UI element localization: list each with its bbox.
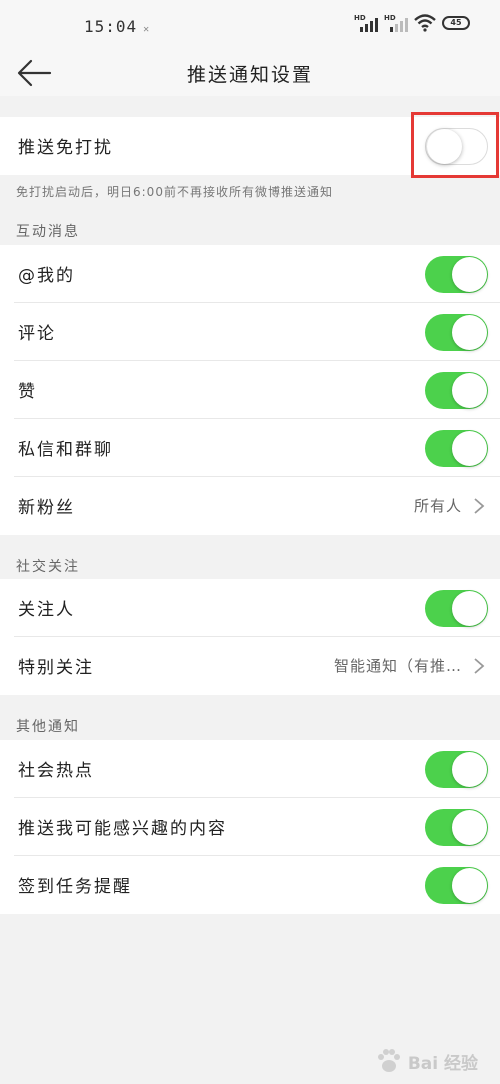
setting-row-comments: 评论 xyxy=(0,303,500,361)
mute-icon: ✕ xyxy=(143,24,151,35)
signal-icon: HD xyxy=(384,14,408,32)
setting-label: @我的 xyxy=(18,266,75,286)
highlight-box xyxy=(411,112,499,178)
setting-row-new-fans[interactable]: 新粉丝 所有人 xyxy=(0,477,500,535)
setting-label: 赞 xyxy=(18,382,37,402)
dnd-hint: 免打扰启动后，明日6:00前不再接收所有微博推送通知 xyxy=(16,185,333,199)
setting-row-checkin: 签到任务提醒 xyxy=(0,856,500,914)
toggle-knob xyxy=(452,315,487,350)
setting-label: 私信和群聊 xyxy=(18,440,113,460)
watermark-text: Bai 经验 xyxy=(407,1053,478,1074)
setting-row-messages: 私信和群聊 xyxy=(0,419,500,477)
chevron-right-icon xyxy=(474,498,485,514)
status-bar: 15:04 ✕ HD HD 45 xyxy=(0,0,500,50)
nav-bar: 推送通知设置 xyxy=(0,50,500,96)
setting-label: 推送我可能感兴趣的内容 xyxy=(18,819,227,839)
wifi-icon xyxy=(414,14,436,32)
setting-label: 关注人 xyxy=(18,600,75,620)
setting-label: 评论 xyxy=(18,324,56,344)
section-title-other: 其他通知 xyxy=(16,719,80,735)
paw-icon xyxy=(377,1049,400,1072)
setting-row-mentions: @我的 xyxy=(0,245,500,303)
watermark: Bai 经验 xyxy=(374,1046,478,1076)
chevron-right-icon xyxy=(474,658,485,674)
clock-text: 15:04 xyxy=(84,17,138,36)
hot-topics-toggle[interactable] xyxy=(425,751,488,788)
toggle-knob xyxy=(452,373,487,408)
toggle-knob xyxy=(452,810,487,845)
messages-toggle[interactable] xyxy=(425,430,488,467)
setting-label: 签到任务提醒 xyxy=(18,877,132,897)
likes-toggle[interactable] xyxy=(425,372,488,409)
comments-toggle[interactable] xyxy=(425,314,488,351)
dnd-label: 推送免打扰 xyxy=(18,138,113,158)
setting-label: 社会热点 xyxy=(18,761,94,781)
setting-row-hot-topics: 社会热点 xyxy=(0,740,500,798)
mentions-toggle[interactable] xyxy=(425,256,488,293)
toggle-knob xyxy=(452,752,487,787)
setting-row-likes: 赞 xyxy=(0,361,500,419)
battery-icon: 45 xyxy=(442,16,470,30)
section-title-social: 社交关注 xyxy=(16,559,80,575)
page-title: 推送通知设置 xyxy=(186,64,313,86)
toggle-knob xyxy=(452,431,487,466)
following-toggle[interactable] xyxy=(425,590,488,627)
toggle-knob xyxy=(452,868,487,903)
setting-row-interests: 推送我可能感兴趣的内容 xyxy=(0,798,500,856)
toggle-knob xyxy=(452,257,487,292)
status-time: 15:04 ✕ xyxy=(84,17,150,36)
interests-toggle[interactable] xyxy=(425,809,488,846)
special-follow-value: 智能通知（有推… xyxy=(333,657,462,675)
checkin-toggle[interactable] xyxy=(425,867,488,904)
setting-row-special-follow[interactable]: 特别关注 智能通知（有推… xyxy=(0,637,500,695)
new-fans-value: 所有人 xyxy=(413,497,462,515)
setting-row-following: 关注人 xyxy=(0,579,500,637)
section-title-interaction: 互动消息 xyxy=(16,224,80,240)
status-icons: HD HD 45 xyxy=(354,14,470,32)
signal-icon: HD xyxy=(354,14,378,32)
toggle-knob xyxy=(452,591,487,626)
setting-label: 特别关注 xyxy=(18,658,94,678)
setting-label: 新粉丝 xyxy=(18,498,75,518)
